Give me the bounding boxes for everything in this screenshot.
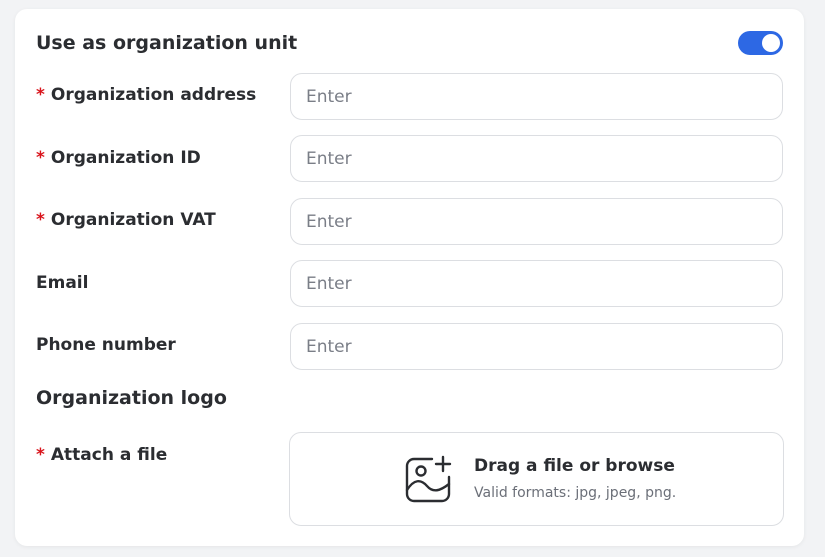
email-input[interactable] <box>290 260 783 307</box>
label-organization-vat: * Organization VAT <box>36 210 216 230</box>
phone-number-input[interactable] <box>290 323 783 370</box>
label-text: Organization ID <box>50 148 201 168</box>
label-phone-number: Phone number <box>36 335 176 355</box>
label-attach-file: * Attach a file <box>36 445 167 465</box>
organization-unit-toggle[interactable] <box>738 31 783 55</box>
section-title-organization-unit: Use as organization unit <box>36 32 298 54</box>
organization-id-input[interactable] <box>290 135 783 182</box>
toggle-knob <box>762 34 780 52</box>
logo-file-dropzone[interactable]: Drag a file or browse Valid formats: jpg… <box>289 432 784 526</box>
label-text: Organization VAT <box>50 210 216 230</box>
required-asterisk: * <box>36 85 45 105</box>
required-asterisk: * <box>36 445 45 465</box>
dropzone-title: Drag a file or browse <box>474 456 675 476</box>
image-add-icon <box>405 455 452 503</box>
label-text: Organization address <box>50 85 257 105</box>
section-title-organization-logo: Organization logo <box>36 387 227 409</box>
label-text: Email <box>36 273 89 293</box>
organization-vat-input[interactable] <box>290 198 783 245</box>
label-organization-address: * Organization address <box>36 85 256 105</box>
label-text: Attach a file <box>50 445 168 465</box>
required-asterisk: * <box>36 148 45 168</box>
required-asterisk: * <box>36 210 45 230</box>
organization-address-input[interactable] <box>290 73 783 120</box>
label-text: Phone number <box>36 335 176 355</box>
label-organization-id: * Organization ID <box>36 148 201 168</box>
organization-unit-card: Use as organization unit * Organization a… <box>15 9 804 546</box>
label-email: Email <box>36 273 88 293</box>
dropzone-valid-formats: Valid formats: jpg, jpeg, png. <box>474 485 677 501</box>
